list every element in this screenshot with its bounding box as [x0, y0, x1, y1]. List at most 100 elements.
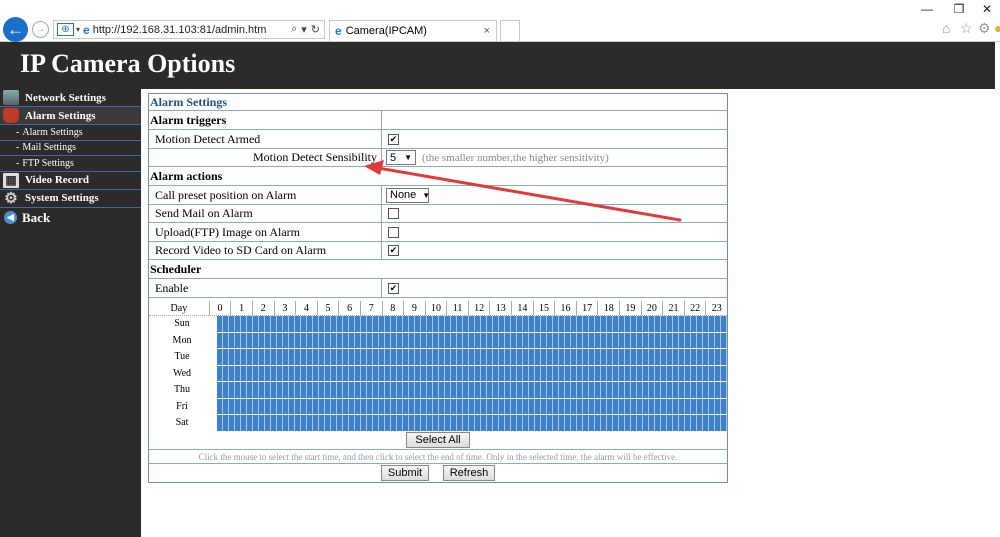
section-heading: Alarm actions [150, 168, 223, 183]
sidebar-item-label: System Settings [25, 192, 99, 204]
motion-detect-sensibility-row: Motion Detect Sensibility 5 ▼ (the smalle… [149, 149, 727, 167]
hour-label: 14 [511, 301, 533, 315]
refresh-button[interactable]: Refresh [443, 465, 495, 481]
hour-label: 6 [338, 301, 360, 315]
day-label: Sun [174, 318, 190, 330]
sidebar-subitem-label: FTP Settings [22, 157, 74, 169]
hour-label: 3 [273, 301, 296, 315]
day-column-header: Day [170, 302, 188, 314]
submit-button[interactable]: Submit [381, 465, 429, 481]
refresh-icon[interactable]: ↻ [311, 23, 320, 36]
field-label: Call preset position on Alarm [155, 187, 297, 202]
hour-label: 4 [295, 301, 317, 315]
day-label: Thu [173, 384, 191, 396]
hour-label: 9 [403, 301, 425, 315]
close-tab-icon[interactable]: × [484, 25, 490, 37]
hour-label: 20 [640, 301, 663, 315]
browser-tab[interactable]: e Camera(IPCAM) × [329, 20, 497, 41]
schedule-time-slots[interactable] [217, 382, 727, 398]
new-tab-button[interactable] [500, 20, 520, 41]
sidebar-subitem-ftp-settings[interactable]: - FTP Settings [0, 156, 141, 172]
schedule-time-slots[interactable] [217, 332, 727, 348]
schedule-day-row: Tue [149, 349, 727, 366]
send-mail-checkbox[interactable] [388, 208, 399, 219]
page-header: IP Camera Options [0, 42, 995, 89]
record-sd-checkbox[interactable]: ✔ [388, 245, 399, 256]
hour-label: 21 [662, 301, 684, 315]
select-all-row: Select All [149, 430, 727, 450]
tab-title: Camera(IPCAM) [345, 25, 427, 37]
gear-icon[interactable]: ⚙ [978, 20, 991, 37]
network-icon [3, 90, 19, 105]
preset-position-select[interactable]: None ▼ [386, 187, 430, 203]
field-label: Motion Detect Sensibility [253, 150, 377, 164]
hour-label: 7 [359, 301, 382, 315]
page-title: IP Camera Options [20, 49, 236, 78]
select-all-button[interactable]: Select All [406, 431, 470, 448]
hour-label: 10 [424, 301, 447, 315]
sidebar-item-system-settings[interactable]: ⚙ System Settings [0, 190, 141, 208]
section-heading: Scheduler [150, 261, 202, 276]
hour-label: 8 [381, 301, 404, 315]
alarm-triggers-header-row: Alarm triggers [149, 111, 727, 130]
field-label: Send Mail on Alarm [155, 206, 253, 220]
schedule-time-slots[interactable] [217, 398, 727, 414]
address-dropdown-icon[interactable]: ▾ [301, 23, 307, 36]
browser-back-button[interactable]: ← [3, 17, 28, 42]
close-window-icon[interactable]: ✕ [972, 0, 1000, 18]
arrow-left-icon: ← [7, 19, 24, 39]
scheduler-enable-row: Enable ✔ [149, 279, 727, 298]
panel-title: Alarm Settings [150, 94, 227, 109]
schedule-day-row: Wed [149, 365, 727, 382]
favorites-star-icon[interactable]: ☆ [960, 20, 973, 37]
sidebar-item-network-settings[interactable]: Network Settings [0, 89, 141, 107]
hour-label: 23 [705, 301, 727, 315]
scheduler-enable-checkbox[interactable]: ✔ [388, 282, 399, 294]
site-info-icon[interactable]: ⊕ [57, 23, 74, 36]
hour-label: 22 [683, 301, 706, 315]
form-buttons: Submit Refresh [149, 464, 727, 482]
home-icon[interactable]: ⌂ [942, 20, 950, 36]
schedule-day-row: Thu [149, 382, 727, 399]
browser-forward-button[interactable]: → [32, 21, 49, 38]
hour-label: 17 [575, 301, 598, 315]
sidebar-item-label: Back [22, 209, 51, 225]
hour-label: 1 [230, 301, 252, 315]
panel-title-row: Alarm Settings [149, 94, 727, 111]
sidebar-item-back[interactable]: ◀ Back [0, 208, 141, 228]
field-label: Upload(FTP) Image on Alarm [155, 224, 300, 239]
field-label: Record Video to SD Card on Alarm [155, 243, 327, 257]
day-label: Mon [172, 334, 192, 346]
schedule-grid: Day 0 1 2 3 4 5 6 7 8 9 10 11 12 13 14 15 16 17 18 19 20 21 22… [149, 301, 727, 432]
schedule-time-slots[interactable] [217, 316, 727, 332]
feedback-smiley-icon[interactable]: ● [994, 20, 1000, 36]
send-mail-row: Send Mail on Alarm [149, 205, 727, 223]
schedule-day-row: Mon [149, 332, 727, 349]
sidebar-item-alarm-settings[interactable]: Alarm Settings [0, 107, 141, 125]
address-bar[interactable]: ⊕ ▾ e http://192.168.31.103:81/admin.htm… [53, 20, 325, 39]
sidebar-item-video-record[interactable]: ▦ Video Record [0, 172, 141, 190]
hour-label: 2 [251, 301, 274, 315]
search-icon[interactable]: ⌕ [291, 23, 297, 36]
upload-ftp-checkbox[interactable] [388, 226, 399, 238]
sidebar-subitem-alarm-settings[interactable]: - Alarm Settings [0, 125, 141, 141]
restore-icon[interactable]: ❐ [944, 0, 974, 18]
alarm-actions-header-row: Alarm actions [149, 167, 727, 186]
day-label: Wed [172, 367, 192, 379]
hour-label: 13 [489, 301, 511, 315]
hour-label: 5 [316, 301, 339, 315]
sensibility-select[interactable]: 5 ▼ [386, 150, 416, 165]
browser-chrome: ← → ⊕ ▾ e http://192.168.31.103:81/admin… [0, 0, 1000, 42]
hour-label: 15 [532, 301, 555, 315]
schedule-time-slots[interactable] [217, 349, 727, 365]
address-url[interactable]: http://192.168.31.103:81/admin.htm [93, 24, 291, 36]
sidebar-item-label: Video Record [25, 174, 90, 186]
day-label: Tue [174, 351, 190, 363]
schedule-time-slots[interactable] [217, 415, 727, 431]
chevron-down-icon: ▾ [76, 25, 81, 34]
hour-label: 18 [597, 301, 619, 315]
schedule-time-slots[interactable] [217, 365, 727, 381]
minimize-icon[interactable]: — [912, 0, 942, 18]
motion-armed-checkbox[interactable]: ✔ [388, 133, 399, 145]
sidebar-subitem-mail-settings[interactable]: - Mail Settings [0, 141, 141, 156]
